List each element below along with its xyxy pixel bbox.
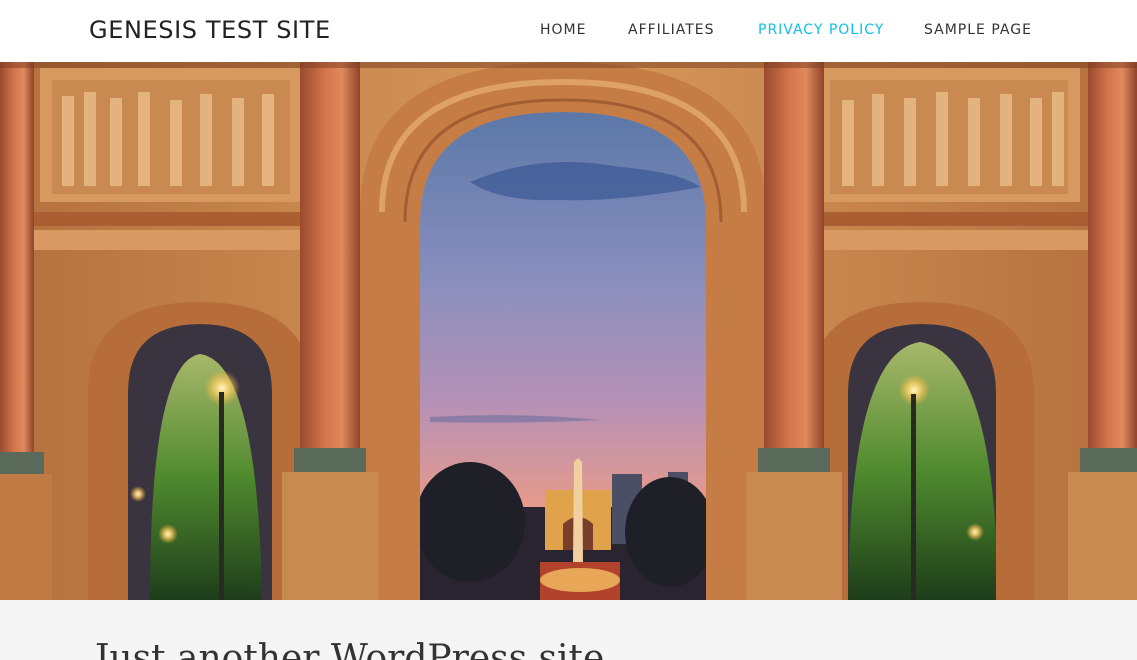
arch-photo-illustration xyxy=(0,62,1137,600)
nav-item-privacy-policy[interactable]: PRIVACY POLICY xyxy=(758,22,884,38)
nav-item-affiliates[interactable]: AFFILIATES xyxy=(628,22,715,38)
site-tagline: Just another WordPress site xyxy=(95,638,605,660)
nav-item-home[interactable]: HOME xyxy=(540,22,586,38)
hero-image xyxy=(0,62,1137,600)
primary-nav: HOME AFFILIATES PRIVACY POLICY SAMPLE PA… xyxy=(0,22,1137,42)
site-header: GENESIS TEST SITE HOME AFFILIATES PRIVAC… xyxy=(0,0,1137,62)
nav-item-sample-page[interactable]: SAMPLE PAGE xyxy=(924,22,1032,38)
site-description-area: Just another WordPress site xyxy=(0,600,1137,660)
